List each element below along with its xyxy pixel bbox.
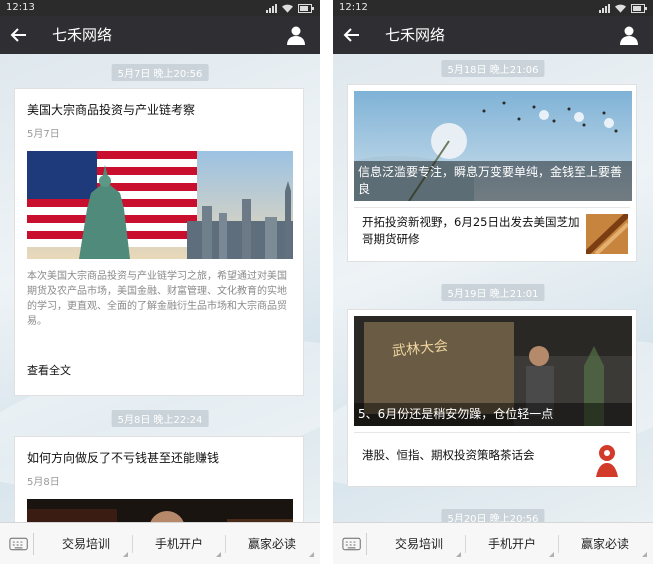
menu-item-mobile-account[interactable]: 手机开户 (133, 523, 225, 564)
article-title: 如何方向做反了不亏钱甚至还能赚钱 (27, 451, 220, 465)
signal-icon (599, 3, 610, 13)
signal-icon (266, 3, 277, 13)
status-time: 12:12 (339, 2, 368, 13)
keyboard-icon[interactable] (341, 533, 367, 555)
article-card[interactable]: 美国大宗商品投资与产业链考察 5月7日 本次美国大宗商品投资与产业链学习之旅，希… (14, 88, 304, 396)
article-title: 开拓投资新视野，6月25日出发去美国芝加哥期货研修 (362, 215, 580, 246)
cover-article[interactable]: 武林大会 5、6月份还是稍安勿躁，仓位轻一点 (354, 316, 632, 426)
arrow-left-icon[interactable] (343, 26, 361, 44)
article-card[interactable]: 如何方向做反了不亏钱甚至还能赚钱 5月8日 (14, 436, 304, 522)
battery-icon (631, 3, 647, 13)
multi-article-card[interactable]: 信息泛滥要专注，瞬息万变要单纯，金钱至上要善良 开拓投资新视野，6月25日出发去… (347, 84, 637, 262)
status-bar: 12:13 (0, 0, 320, 16)
phone-screen-left: 12:13 七禾网络 5月7日 晚上20:56 美国大宗商品投资与产业链考察 5… (0, 0, 320, 564)
cover-article[interactable]: 信息泛滥要专注，瞬息万变要单纯，金钱至上要善良 (354, 91, 632, 201)
person-icon[interactable] (286, 25, 306, 45)
article-summary: 本次美国大宗商品投资与产业链学习之旅，希望通过对美国期货及农产品市场，美国金融、… (27, 271, 287, 327)
message-timestamp: 5月8日 晚上22:24 (111, 410, 209, 427)
message-timestamp: 5月18日 晚上21:06 (441, 60, 545, 77)
person-icon[interactable] (619, 25, 639, 45)
menu-item-mobile-account[interactable]: 手机开户 (466, 523, 558, 564)
phone-screen-right: 12:12 七禾网络 5月18日 晚上21:06 信息泛滥要专注，瞬息万变要单纯… (333, 0, 653, 564)
article-list-item[interactable]: 港股、恒指、期权投资策略茶话会 (354, 432, 630, 484)
message-timestamp: 5月19日 晚上21:01 (441, 284, 545, 301)
article-title: 港股、恒指、期权投资策略茶话会 (362, 448, 535, 462)
wifi-icon (615, 4, 626, 13)
battery-icon (298, 3, 314, 13)
message-timestamp: 5月7日 晚上20:56 (111, 64, 209, 81)
menu-item-must-read[interactable]: 赢家必读 (226, 523, 318, 564)
bottom-menu-bar: 交易培训 手机开户 赢家必读 (333, 522, 653, 564)
statue-of-liberty-image (27, 151, 293, 259)
keyboard-icon[interactable] (8, 533, 34, 555)
status-bar: 12:12 (333, 0, 653, 16)
arrow-left-icon[interactable] (10, 26, 28, 44)
message-timestamp: 5月20日 晚上20:56 (441, 509, 545, 522)
article-thumbnail (586, 214, 628, 254)
message-list[interactable]: 5月7日 晚上20:56 美国大宗商品投资与产业链考察 5月7日 本次美国大宗商… (0, 54, 320, 522)
multi-article-card[interactable]: 武林大会 5、6月份还是稍安勿躁，仓位轻一点 港股、恒指、期权投资策略茶话会 (347, 309, 637, 487)
title-bar: 七禾网络 (333, 16, 653, 54)
read-more-link[interactable]: 查看全文 (27, 362, 71, 378)
wifi-icon (282, 4, 293, 13)
article-date: 5月7日 (27, 129, 60, 140)
article-title: 美国大宗商品投资与产业链考察 (27, 103, 196, 117)
article-thumbnail (586, 439, 628, 479)
message-list[interactable]: 5月18日 晚上21:06 信息泛滥要专注，瞬息万变要单纯，金钱至上要善良 开拓… (333, 54, 653, 522)
status-time: 12:13 (6, 2, 35, 13)
cover-title: 信息泛滥要专注，瞬息万变要单纯，金钱至上要善良 (354, 161, 632, 201)
title-bar: 七禾网络 (0, 16, 320, 54)
trading-floor-image (27, 499, 293, 522)
bottom-menu-bar: 交易培训 手机开户 赢家必读 (0, 522, 320, 564)
article-date: 5月8日 (27, 477, 60, 488)
cover-title: 5、6月份还是稍安勿躁，仓位轻一点 (354, 403, 632, 426)
menu-item-must-read[interactable]: 赢家必读 (559, 523, 651, 564)
article-list-item[interactable]: 开拓投资新视野，6月25日出发去美国芝加哥期货研修 (354, 207, 630, 259)
menu-item-trading-training[interactable]: 交易培训 (373, 523, 465, 564)
menu-item-trading-training[interactable]: 交易培训 (40, 523, 132, 564)
account-title: 七禾网络 (385, 26, 446, 44)
account-title: 七禾网络 (52, 26, 113, 44)
